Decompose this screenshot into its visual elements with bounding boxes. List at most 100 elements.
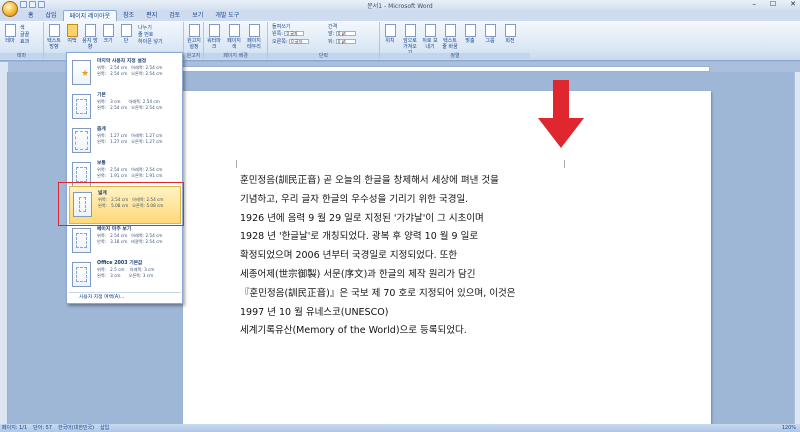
margin-option-last-custom[interactable]: ★ 마지막 사용자 지정 설정 위쪽: 2.54 cm 아래쪽: 2.54 cm… [69, 55, 181, 92]
size-button[interactable]: 크기 [100, 24, 116, 44]
text-wrap-icon [444, 24, 456, 37]
maximize-button[interactable]: ☐ [770, 0, 776, 8]
theme-effects-button[interactable]: 효과 [20, 39, 29, 45]
tab-insert[interactable]: 삽입 [40, 10, 63, 21]
page-color-button[interactable]: 페이지 색 [226, 24, 242, 50]
page-background-group: 워터마크 페이지 색 페이지 테두리 페이지 배경 [204, 22, 268, 59]
status-bar: 페이지: 1/1 단어: 57 한국어(대한민국) 삽입 [0, 424, 800, 432]
paragraph-line: 『훈민정음(訓民正音)』은 국보 제 70 호로 지정되어 있으며, 이것은 [240, 287, 516, 299]
margin-option-default[interactable]: 기본 위쪽: 3 cm 아래쪽: 2.54 cm 왼쪽: 2.54 cm 오른쪽… [69, 89, 181, 126]
undo-icon[interactable] [29, 1, 36, 8]
ribbon-tabs: 홈 삽입 페이지 레이아웃 참조 편지 검토 보기 개발 도구 [0, 10, 800, 21]
ruler-toggle[interactable] [0, 62, 8, 72]
minimize-button[interactable]: – [752, 0, 756, 8]
paragraph-line: 세계기록유산(Memory of the World)으로 등록되었다. [240, 325, 467, 337]
red-arrow-annotation [538, 80, 584, 148]
insert-mode[interactable]: 삽입 [100, 424, 109, 432]
page-color-icon [228, 24, 240, 37]
tab-references[interactable]: 참조 [117, 10, 140, 21]
margin-option-narrow[interactable]: 좁게 위쪽: 1.27 cm 아래쪽: 1.27 cm 왼쪽: 1.27 cm … [69, 123, 181, 160]
close-button[interactable]: ✕ [790, 0, 796, 8]
position-icon [384, 24, 396, 37]
margin-preview [72, 228, 91, 253]
margin-option-mirrored[interactable]: 페이지 마주 보기 위쪽: 2.54 cm 아래쪽: 2.54 cm 안쪽: 3… [69, 223, 181, 260]
paragraph-line: 세종어제(世宗御製) 서문(序文)과 한글의 제작 원리가 담긴 [240, 268, 476, 280]
orientation-button[interactable]: 용지 방향 [82, 24, 98, 50]
watermark-button[interactable]: 워터마크 [206, 24, 222, 50]
indent-left-input[interactable]: 0 글자 [284, 31, 305, 36]
arrange-label: 정렬 [380, 53, 530, 59]
page-borders-icon [248, 24, 260, 37]
manuscript-setup-button[interactable]: 원고지 설정 [186, 24, 202, 50]
vertical-scrollbar[interactable] [794, 72, 800, 424]
indent-right-input[interactable]: 0 글자 [289, 39, 310, 44]
tab-home[interactable]: 홈 [22, 10, 40, 21]
hyphenation-button[interactable]: 하이픈 넣기 [138, 39, 163, 45]
save-icon[interactable] [20, 1, 27, 8]
custom-margins-link[interactable]: 사용자 지정 여백(A)... [69, 292, 181, 301]
window-controls: – ☐ ✕ [752, 0, 796, 8]
breaks-button[interactable]: 나누기 [138, 25, 152, 31]
columns-icon [120, 24, 132, 37]
tab-view[interactable]: 보기 [186, 10, 209, 21]
page-background-label: 페이지 배경 [204, 53, 267, 59]
zoom-level[interactable]: 120% [782, 424, 796, 432]
vertical-ruler[interactable] [0, 72, 8, 424]
bring-forward-button[interactable]: 앞으로 가져오기 [402, 24, 418, 56]
send-backward-icon [424, 24, 436, 37]
spacing-before: 앞: 0 pt [328, 31, 356, 37]
margin-corner-mark [236, 160, 237, 168]
bring-forward-icon [404, 24, 416, 37]
paragraph-line: 1997 년 10 월 유네스코(UNESCO) [240, 306, 389, 318]
tab-page-layout[interactable]: 페이지 레이아웃 [62, 10, 118, 21]
highlight-box-annotation [58, 182, 184, 226]
group-button[interactable]: 그룹 [482, 24, 498, 44]
word-count[interactable]: 단어: 57 [33, 424, 52, 432]
theme-fonts-button[interactable]: 글꼴 [20, 32, 29, 38]
window-title: 문서1 - Microsoft Word [367, 3, 433, 10]
text-direction-icon [48, 24, 60, 37]
tab-developer[interactable]: 개발 도구 [209, 10, 245, 21]
paragraph-line: 기념하고, 우리 글자 한글의 우수성을 기리기 위한 국경일. [240, 193, 469, 205]
margins-button[interactable]: 여백 [64, 24, 80, 44]
send-backward-button[interactable]: 뒤로 보내기 [422, 24, 438, 50]
margins-dropdown: ★ 마지막 사용자 지정 설정 위쪽: 2.54 cm 아래쪽: 2.54 cm… [66, 52, 183, 304]
text-direction-button[interactable]: 텍스트 방향 [46, 24, 62, 50]
manuscript-icon [188, 24, 200, 37]
page-count[interactable]: 페이지: 1/1 [2, 424, 27, 432]
spacing-after-input[interactable]: 0 pt [335, 39, 356, 44]
original-group-label: 원고지 [184, 53, 203, 59]
arrange-group: 위치 앞으로 가져오기 뒤로 보내기 텍스트 줄 바꿈 맞춤 그룹 회전 정렬 [380, 22, 530, 59]
language[interactable]: 한국어(대한민국) [58, 424, 94, 432]
themes-button[interactable]: 테마 [2, 24, 18, 44]
office-button[interactable] [2, 1, 18, 17]
tab-mailings[interactable]: 편지 [140, 10, 163, 21]
paragraph-line: 1926 년에 음력 9 월 29 일로 지정된 '가갸날'이 그 시초이며 [240, 212, 484, 224]
title-bar: 문서1 - Microsoft Word – ☐ ✕ [0, 0, 800, 10]
margin-preview [72, 128, 91, 153]
margin-option-office-2003[interactable]: Office 2003 기본값 위쪽: 2.5 cm 아래쪽: 3 cm 왼쪽:… [69, 257, 181, 294]
spacing-before-input[interactable]: 0 pt [335, 31, 356, 36]
tab-review[interactable]: 검토 [163, 10, 186, 21]
redo-icon[interactable] [38, 1, 45, 8]
rotate-button[interactable]: 회전 [502, 24, 518, 44]
indent-left: 왼쪽: 0 글자 [272, 31, 305, 37]
group-icon [484, 24, 496, 37]
paragraph-line: 훈민정음(訓民正音) 곧 오늘의 한글을 창제해서 세상에 펴낸 것을 [240, 175, 499, 186]
indent-title: 들여쓰기 [272, 24, 291, 30]
columns-button[interactable]: 단 [118, 24, 134, 44]
margins-icon [66, 24, 78, 37]
theme-group-label: 테마 [0, 53, 43, 59]
margin-corner-mark [564, 160, 565, 168]
margin-preview [72, 262, 91, 287]
align-button[interactable]: 맞춤 [462, 24, 478, 44]
orientation-icon [84, 24, 96, 37]
size-icon [102, 24, 114, 37]
document-body[interactable]: 훈민정음(訓民正音) 곧 오늘의 한글을 창제해서 세상에 펴낸 것을 기념하고… [240, 172, 570, 341]
line-numbers-button[interactable]: 줄 번호 [138, 32, 153, 38]
paragraph-line: 1928 년 '한글날'로 개칭되었다. 광복 후 양력 10 월 9 일로 [240, 231, 479, 243]
position-button[interactable]: 위치 [382, 24, 398, 44]
text-wrap-button[interactable]: 텍스트 줄 바꿈 [442, 24, 458, 50]
page-borders-button[interactable]: 페이지 테두리 [246, 24, 262, 50]
theme-colors-button[interactable]: 색 [20, 25, 25, 31]
